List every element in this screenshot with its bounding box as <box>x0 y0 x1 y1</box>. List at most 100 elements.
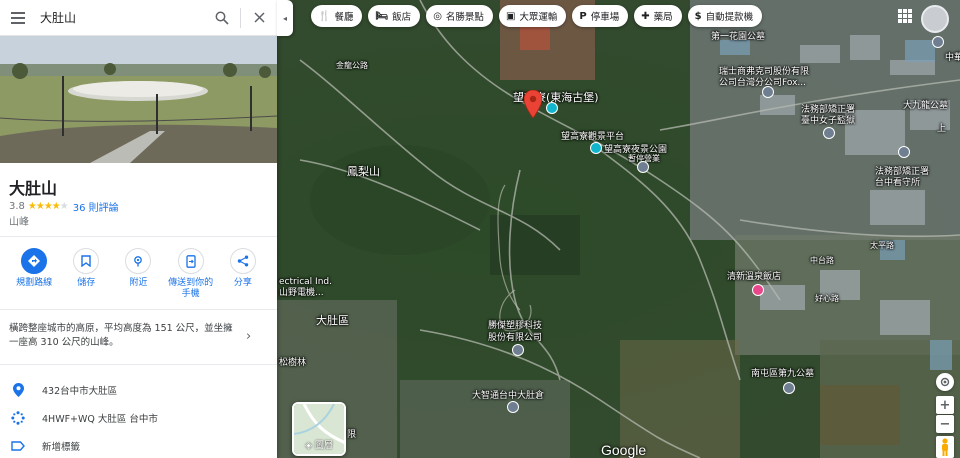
category-chips: 🍴 餐廳 🛏 飯店 ◎ 名勝景點 ▣ 大眾運輸 P 停車場 ✚ 藥局 $ 自動提款機 <box>311 5 763 27</box>
chip-label: 大眾運輸 <box>519 12 558 23</box>
layers-icon: ◈ <box>305 441 313 451</box>
save-button[interactable]: 儲存 <box>60 248 112 300</box>
restaurant-icon: 🍴 <box>318 10 331 22</box>
map-label-women-prison[interactable]: 法務部矯正署 臺中女子監獄 <box>801 105 855 127</box>
menu-icon[interactable] <box>0 0 36 36</box>
atm-icon: $ <box>694 10 702 22</box>
place-photo-image <box>0 36 277 163</box>
chip-transit[interactable]: ▣ 大眾運輸 <box>498 5 567 27</box>
share-icon <box>237 255 249 267</box>
map-label-dahu-park[interactable]: 大九龍公墓 <box>903 98 948 111</box>
address-row[interactable]: 432台中市大肚區 <box>0 376 277 404</box>
add-label-text: 新增標籤 <box>42 442 81 453</box>
plus-code-icon <box>11 411 25 425</box>
directions-button[interactable]: 規劃路線 <box>8 248 60 300</box>
zoom-out-button[interactable]: − <box>936 415 954 433</box>
divider <box>0 236 277 237</box>
government-icon[interactable] <box>823 127 835 139</box>
share-label: 分享 <box>233 278 252 288</box>
map-label-flower-park[interactable]: 第一花園公墓 <box>711 29 765 42</box>
chip-parking[interactable]: P 停車場 <box>572 5 629 27</box>
collapse-panel-button[interactable]: ◂ <box>277 0 293 36</box>
chevron-right-icon[interactable]: › <box>246 329 251 344</box>
attraction-icon[interactable] <box>590 142 602 154</box>
rating-row: 3.8 ★★★★★ 36 則評論 <box>9 199 119 214</box>
place-description[interactable]: 橫跨整座城市的高原，平均高度為 151 公尺，並坐擁一座高 310 公尺的山峰。 <box>9 322 241 350</box>
my-location-button[interactable] <box>936 373 954 391</box>
location-pin-icon <box>12 383 24 397</box>
map-label-shengjie[interactable]: 勝傑塑膠科技 股份有限公司 <box>488 320 542 344</box>
map-label-qingxin-hotel[interactable]: 清新溫泉飯店 <box>727 269 781 282</box>
place-category[interactable]: 山峰 <box>9 213 29 228</box>
divider <box>0 309 277 310</box>
chip-hotels[interactable]: 🛏 飯店 <box>368 5 421 27</box>
map-label-jinyuan-road: 金龍公路 <box>336 61 368 70</box>
search-button[interactable] <box>204 0 240 36</box>
map-label-dazhi[interactable]: 大智通台中大肚倉 <box>472 388 544 401</box>
layers-button[interactable]: ◈ 圖層 <box>292 402 346 456</box>
cemetery-icon[interactable] <box>783 382 795 394</box>
search-icon <box>215 11 229 25</box>
zoom-in-button[interactable]: + <box>936 396 954 414</box>
label-icon <box>11 441 25 451</box>
place-photo[interactable] <box>0 36 277 163</box>
search-input[interactable]: 大肚山 <box>36 9 204 26</box>
send-to-phone-button[interactable]: 傳送到你的 手機 <box>165 248 217 300</box>
chip-pharmacy[interactable]: ✚ 藥局 <box>634 5 682 27</box>
place-icon[interactable] <box>932 36 944 48</box>
layers-label: 圖層 <box>314 441 333 451</box>
map-label-zhongtai-road: 中台路 <box>810 256 834 265</box>
add-label-row[interactable]: 新增標籤 <box>0 432 277 458</box>
send-to-phone-label: 傳送到你的 手機 <box>168 278 214 299</box>
reviews-link[interactable]: 36 則評論 <box>73 199 119 214</box>
place-icon[interactable] <box>637 161 649 173</box>
nearby-icon <box>134 256 143 267</box>
chip-atm[interactable]: $ 自動提款機 <box>687 5 763 27</box>
place-icon[interactable] <box>507 401 519 413</box>
chip-label: 名勝景點 <box>445 12 484 23</box>
search-box[interactable]: 大肚山 <box>0 0 277 36</box>
action-buttons: 規劃路線 儲存 附近 傳送到你的 手機 分享 <box>0 248 277 300</box>
hotel-icon[interactable] <box>752 284 764 296</box>
map-label-detention-center[interactable]: 法務部矯正署 台中看守所 <box>875 167 929 189</box>
share-button[interactable]: 分享 <box>217 248 269 300</box>
map-label-upper: 上 <box>937 124 947 134</box>
place-panel: 大肚山 大肚山 3.8 ★★★★★ 36 則評論 山峰 規劃路線 儲存 附近 傳… <box>0 0 277 458</box>
street-view-pegman-icon[interactable] <box>936 436 954 458</box>
location-pin-icon[interactable] <box>524 90 542 118</box>
place-icon[interactable] <box>762 86 774 98</box>
chip-label: 停車場 <box>590 12 620 23</box>
attraction-icon[interactable] <box>546 102 558 114</box>
place-icon[interactable] <box>512 344 524 356</box>
plus-code-row[interactable]: 4HWF+WQ 大肚區 台中市 <box>0 404 277 432</box>
nearby-button[interactable]: 附近 <box>112 248 164 300</box>
chip-label: 餐廳 <box>334 12 354 23</box>
map-label-electrical-ind[interactable]: ectrical Ind. 山野電機... <box>279 277 332 299</box>
map-label-partial-bottom2: 限 <box>347 430 357 440</box>
clear-search-button[interactable] <box>241 0 277 36</box>
directions-label: 規劃路線 <box>16 278 53 288</box>
place-title: 大肚山 <box>9 179 58 198</box>
chip-attractions[interactable]: ◎ 名勝景點 <box>426 5 493 27</box>
chip-label: 藥局 <box>653 12 673 23</box>
government-icon[interactable] <box>898 146 910 158</box>
pharmacy-icon: ✚ <box>641 10 650 22</box>
avatar[interactable] <box>921 5 949 33</box>
bookmark-icon <box>81 255 91 267</box>
chip-restaurants[interactable]: 🍴 餐廳 <box>311 5 363 27</box>
nearby-label: 附近 <box>129 278 148 288</box>
send-to-phone-icon <box>186 254 196 268</box>
map-label-south-park[interactable]: 南屯區第九公墓 <box>751 366 814 379</box>
plus-code-text: 4HWF+WQ 大肚區 台中市 <box>42 414 158 425</box>
apps-grid-icon[interactable] <box>898 9 912 23</box>
rating-value: 3.8 <box>9 201 25 212</box>
map-label-fenglishan[interactable]: 鳳梨山 <box>347 163 380 179</box>
save-label: 儲存 <box>77 278 96 288</box>
map-label-swiss-company[interactable]: 瑞士商弗克司股份有限 公司台灣分公司Fox... <box>719 67 809 89</box>
parking-icon: P <box>579 10 587 22</box>
address-text: 432台中市大肚區 <box>42 386 118 397</box>
chip-label: 自動提款機 <box>705 12 754 23</box>
map-label-dadu-district[interactable]: 大肚區 <box>316 312 349 328</box>
transit-icon: ▣ <box>505 10 516 22</box>
map-label-wanggao-platform[interactable]: 望高寮觀景平台 <box>561 129 624 142</box>
